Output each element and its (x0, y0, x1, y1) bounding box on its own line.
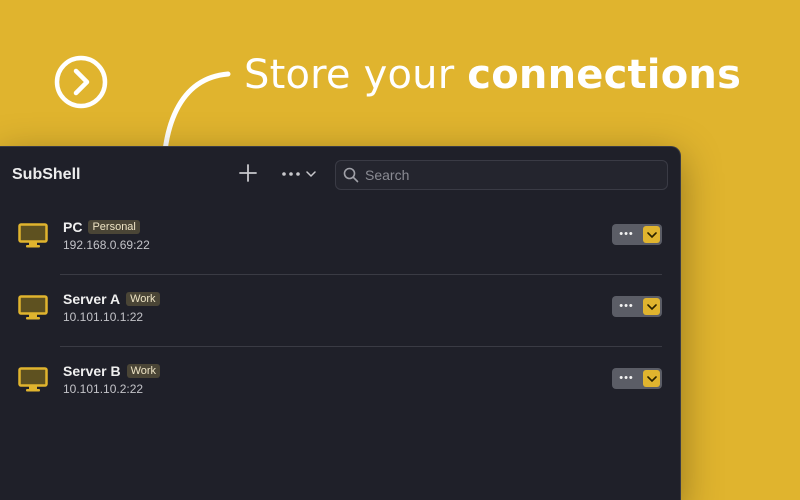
plus-icon (239, 164, 257, 182)
monitor-icon (18, 223, 48, 248)
promo-headline: Store your connections (244, 52, 741, 98)
chevron-down-icon (646, 231, 657, 238)
connect-dropdown-button[interactable] (643, 298, 660, 315)
connection-list: PC Personal 192.168.0.69:22 ••• Server A… (0, 203, 680, 419)
chevron-down-icon (306, 171, 316, 178)
ellipsis-icon (282, 172, 300, 176)
ellipsis-icon[interactable]: ••• (612, 368, 641, 389)
app-title: SubShell (12, 166, 81, 183)
connection-name: Server A (63, 291, 121, 307)
arrow-circle-icon (54, 55, 108, 109)
connection-name: PC (63, 219, 83, 235)
connect-dropdown-button[interactable] (643, 370, 660, 387)
connection-name: Server B (63, 363, 121, 379)
row-actions-button[interactable]: ••• (612, 296, 662, 317)
tag-badge: Work (126, 292, 160, 306)
search-icon (343, 167, 359, 183)
tag-badge: Work (126, 364, 161, 378)
tag-badge: Personal (88, 220, 140, 234)
connection-name-row: Server A Work (63, 291, 160, 307)
headline-bold: connections (467, 52, 742, 98)
connection-name-row: Server B Work (63, 363, 161, 379)
connection-row[interactable]: Server B Work 10.101.10.2:22 ••• (0, 347, 680, 419)
connection-row[interactable]: Server A Work 10.101.10.1:22 ••• (0, 275, 680, 347)
chevron-down-icon (646, 375, 657, 382)
search-input[interactable] (365, 167, 655, 183)
more-menu-button[interactable] (280, 165, 322, 183)
monitor-icon (18, 295, 48, 320)
search-box[interactable] (335, 160, 668, 190)
connection-address: 192.168.0.69:22 (63, 238, 150, 252)
connection-name-row: PC Personal (63, 219, 140, 235)
row-actions-button[interactable]: ••• (612, 224, 662, 245)
ellipsis-icon[interactable]: ••• (612, 296, 641, 317)
connection-address: 10.101.10.2:22 (63, 382, 144, 396)
connection-row[interactable]: PC Personal 192.168.0.69:22 ••• (0, 203, 680, 275)
chevron-down-icon (646, 303, 657, 310)
ellipsis-icon[interactable]: ••• (612, 224, 641, 245)
app-window: SubShell Search PC Personal 192.168.0.69… (0, 146, 681, 500)
add-connection-button[interactable] (236, 161, 260, 185)
connection-address: 10.101.10.1:22 (63, 310, 144, 324)
monitor-icon (18, 367, 48, 392)
toolbar: SubShell (0, 147, 680, 203)
row-actions-button[interactable]: ••• (612, 368, 662, 389)
connect-dropdown-button[interactable] (643, 226, 660, 243)
headline-prefix: Store your (244, 52, 468, 98)
